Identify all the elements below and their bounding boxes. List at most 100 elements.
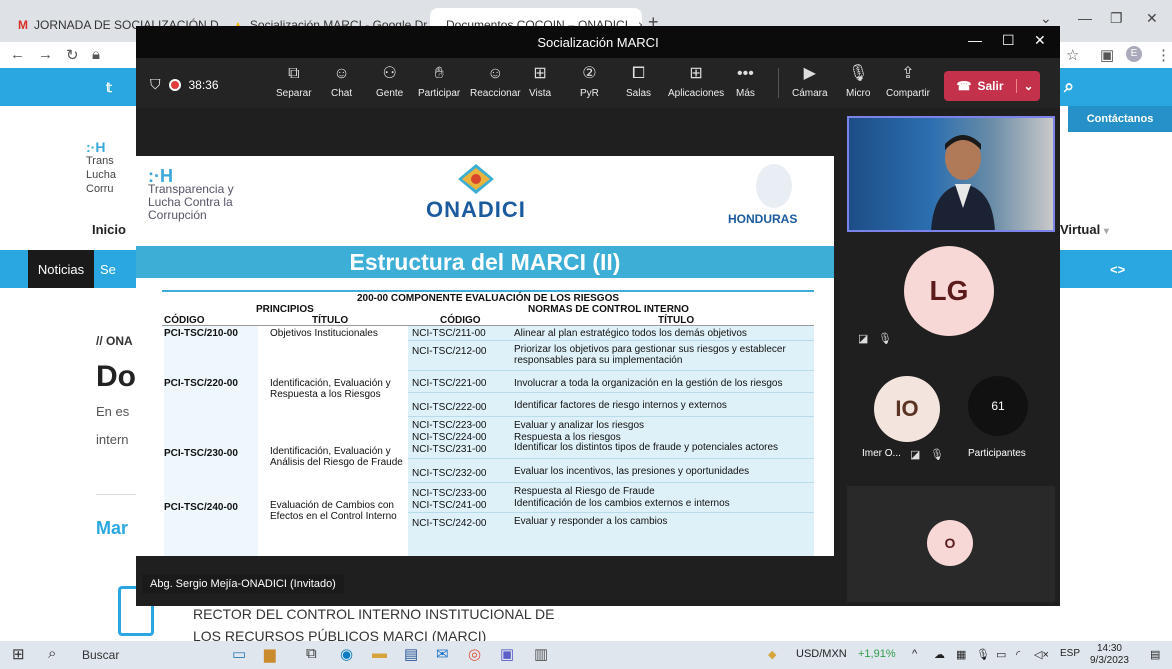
table-title: 200-00 COMPONENTE EVALUACIÓN DE LOS RIES… — [162, 290, 814, 304]
site-logo: :·H Trans Lucha Corru — [86, 140, 116, 195]
people-icon: ⚇ — [382, 65, 397, 82]
chevron-down-icon[interactable]: ⌄ — [1016, 79, 1040, 93]
recording-icon — [168, 78, 181, 91]
chat-button[interactable]: ☺ Chat — [331, 64, 352, 99]
edge-icon[interactable]: ◉ — [340, 645, 353, 663]
minimize-icon[interactable]: — — [968, 32, 982, 48]
maximize-icon[interactable]: ☐ — [1002, 32, 1015, 49]
leave-button[interactable]: ☎ Salir ⌄ — [944, 71, 1040, 101]
honduras-emblem — [756, 164, 792, 208]
principle-title: Evaluación de Cambios con Efectos en el … — [270, 500, 397, 522]
norm-code: NCI-TSC/224-00 — [412, 432, 487, 443]
nav-noticias[interactable]: Noticias — [28, 250, 94, 288]
teams-icon[interactable]: ▣ — [500, 645, 514, 663]
rooms-button[interactable]: ⧠ Salas — [626, 64, 651, 99]
chevron-up-icon[interactable]: ^ — [912, 648, 917, 660]
norm-title: Identificar los distintos tipos de fraud… — [514, 442, 779, 453]
chevron-down-icon[interactable]: ⌄ — [1040, 10, 1052, 27]
tlc-logo: :·H Transparencia y Lucha Contra la Corr… — [148, 166, 234, 222]
norm-code: NCI-TSC/212-00 — [412, 346, 487, 357]
separate-icon: ⧉ — [288, 65, 300, 82]
twitter-icon[interactable]: 𝕥 — [106, 80, 112, 96]
app-icon[interactable]: ▥ — [534, 645, 548, 663]
raise-hand-button[interactable]: ✋︎ Participar — [418, 64, 460, 99]
back-icon[interactable]: ← — [10, 46, 25, 63]
taskbar-search[interactable]: Buscar — [82, 648, 119, 662]
chrome-icon[interactable]: ◎ — [468, 645, 481, 663]
nav-seg[interactable]: Se — [100, 262, 116, 277]
react-icon: ☺ — [487, 65, 504, 82]
more-button[interactable]: ••• Más — [736, 64, 755, 99]
reload-icon[interactable]: ↻ — [66, 46, 79, 64]
star-icon[interactable]: ☆ — [1066, 46, 1079, 64]
view-button[interactable]: ⊞ Vista — [529, 64, 551, 99]
wifi-icon[interactable]: ◜ — [1016, 648, 1020, 661]
close-window-icon[interactable]: ✕ — [1146, 10, 1158, 27]
network-icon[interactable]: ▦ — [956, 648, 966, 661]
section-heading: Mar — [96, 518, 129, 538]
search-icon[interactable]: ⌕ — [48, 645, 56, 662]
mail-icon[interactable]: ✉ — [436, 645, 449, 663]
contact-button[interactable]: Contáctanos — [1068, 106, 1172, 132]
separate-button[interactable]: ⧉ Separar — [276, 64, 312, 99]
apps-button[interactable]: ⊞ Aplicaciones — [668, 64, 724, 99]
norm-code: NCI-TSC/233-00 — [412, 488, 487, 499]
volume-icon[interactable]: ◁× — [1034, 648, 1049, 661]
camera-button[interactable]: ▶ Cámara — [792, 64, 828, 99]
close-window-icon[interactable]: ✕ — [1034, 32, 1046, 49]
norm-code: NCI-TSC/241-00 — [412, 500, 487, 511]
nav-virtual[interactable]: Virtual ▾ — [1060, 222, 1109, 237]
share-button[interactable]: ⇪ Compartir — [886, 64, 930, 99]
meeting-toolbar: ⛉ 38:36 ⧉ Separar ☺ Chat ⚇ Gente ✋︎ Particip… — [136, 58, 1060, 108]
participant-tile[interactable]: O — [847, 486, 1055, 602]
currency-change: +1,91% — [858, 648, 896, 660]
slide-header: :·H Transparencia y Lucha Contra la Corr… — [136, 156, 834, 246]
react-button[interactable]: ☺ Reaccionar — [470, 64, 521, 99]
page-title: Do — [96, 360, 136, 393]
qa-button[interactable]: ② PyR — [580, 64, 599, 99]
presenter-label: Abg. Sergio Mejía-ONADICI (Invitado) — [142, 574, 344, 594]
minimize-icon[interactable]: — — [1078, 10, 1092, 26]
currency-label[interactable]: USD/MXN — [796, 648, 847, 660]
avatar-io[interactable]: IO — [874, 376, 940, 442]
notifications-icon[interactable]: ▤ — [1150, 648, 1160, 661]
screen-icon[interactable]: ▭ — [232, 645, 246, 663]
battery-icon[interactable]: ▭ — [996, 648, 1006, 661]
store-icon[interactable]: ▤ — [404, 645, 418, 663]
avatar-lg[interactable]: LG — [904, 246, 994, 336]
norm-title: Involucrar a toda la organización en la … — [514, 378, 783, 389]
search-icon[interactable]: ⌕ — [1064, 76, 1074, 97]
taskview-icon[interactable]: ⧉ — [306, 645, 317, 662]
camera-off-icon: ◪ — [910, 449, 921, 461]
teams-meeting-window: Socialización MARCI — ☐ ✕ ⛉ 38:36 ⧉ Separ… — [136, 26, 1060, 606]
onadici-logo: ONADICI — [426, 164, 526, 223]
participant-name: Imer O... — [862, 448, 901, 459]
raise-hand-icon: ✋︎ — [434, 65, 444, 82]
profile-avatar[interactable]: E — [1126, 46, 1142, 62]
participants-count[interactable]: 61 — [968, 376, 1028, 436]
onedrive-icon[interactable]: ☁ — [934, 648, 945, 661]
norm-code: NCI-TSC/231-00 — [412, 444, 487, 455]
briefcase-icon[interactable]: ▆ — [264, 645, 276, 663]
participant-video-tile[interactable] — [847, 116, 1055, 232]
rooms-icon: ⧠ — [632, 65, 645, 82]
principle-code: PCI-TSC/230-00 — [164, 448, 238, 459]
nav-arrows-icon[interactable]: <> — [1110, 262, 1125, 277]
language-label[interactable]: ESP — [1060, 648, 1080, 659]
people-button[interactable]: ⚇ Gente — [376, 64, 403, 99]
forward-icon[interactable]: → — [38, 46, 53, 63]
folder-icon[interactable]: ▬ — [372, 645, 387, 662]
breadcrumb: // ONA — [96, 334, 133, 348]
view-icon: ⊞ — [533, 65, 547, 82]
sidepanel-icon[interactable]: ▣ — [1100, 46, 1114, 64]
windows-start-icon[interactable]: ⊞ — [12, 645, 25, 663]
window-title: Socialización MARCI — [136, 26, 1060, 58]
mic-button[interactable]: 🎙︎ Micro — [846, 64, 870, 99]
clock[interactable]: 14:30 9/3/2023 — [1090, 643, 1129, 667]
participants-label: Participantes — [968, 448, 1026, 459]
mic-icon[interactable]: 🎙︎ — [976, 648, 990, 661]
norm-title: Respuesta al Riesgo de Fraude — [514, 486, 655, 497]
menu-icon[interactable]: ⋮ — [1156, 46, 1171, 64]
nav-inicio[interactable]: Inicio — [92, 222, 126, 237]
restore-icon[interactable]: ❐ — [1110, 10, 1123, 27]
